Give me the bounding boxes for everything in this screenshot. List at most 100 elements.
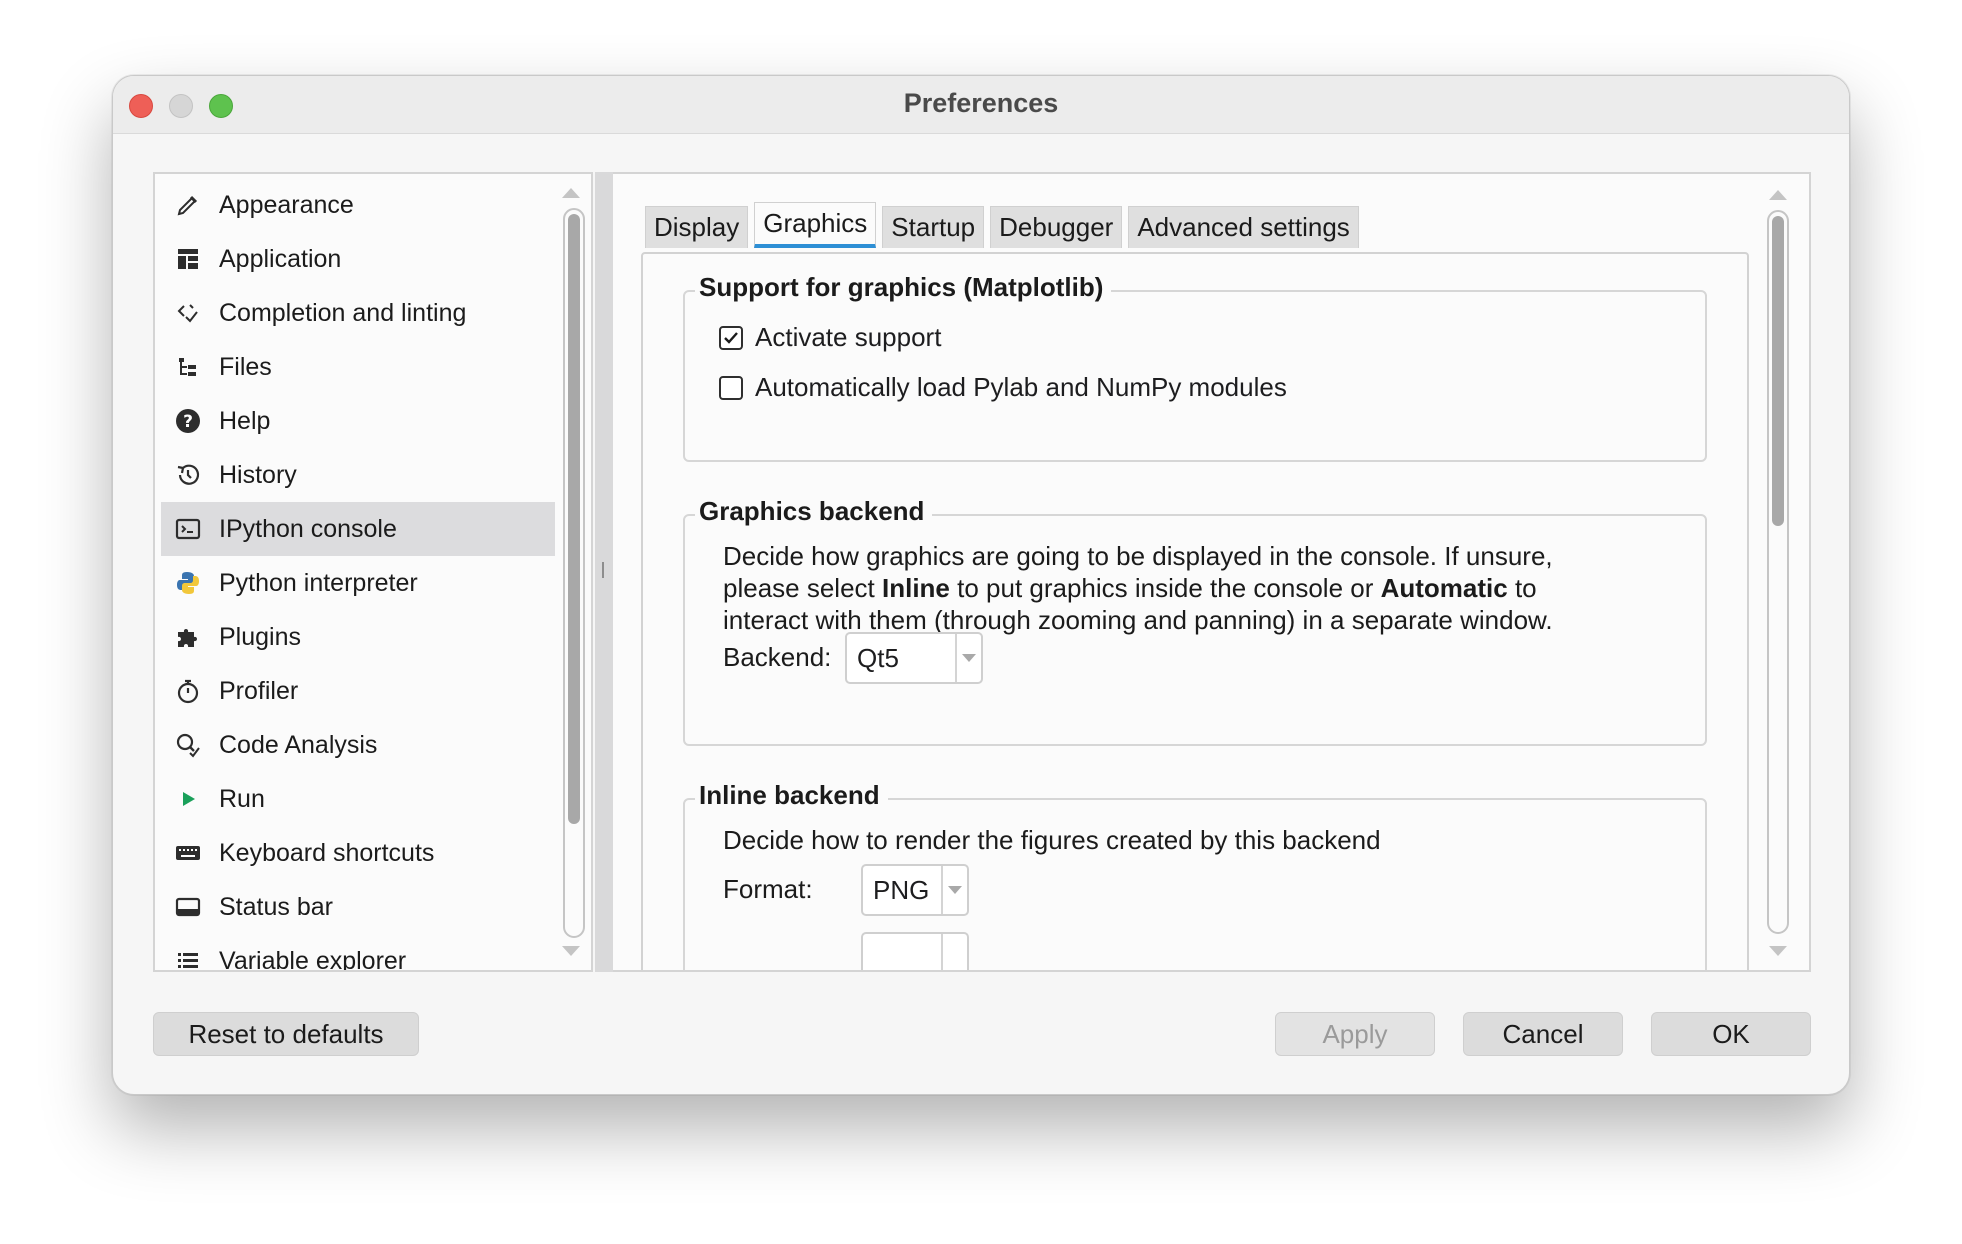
chevron-up-icon[interactable] <box>941 934 967 970</box>
backend-select[interactable]: Qt5 <box>845 632 983 684</box>
tab-advanced-settings[interactable]: Advanced settings <box>1128 206 1359 248</box>
code-check-icon <box>173 298 203 328</box>
automatic-keyword: Automatic <box>1380 573 1508 603</box>
window-title: Preferences <box>903 88 1059 118</box>
sidebar-item-status-bar[interactable]: Status bar <box>161 880 555 934</box>
format-label: Format: <box>723 874 813 904</box>
graphics-tab-pane: Support for graphics (Matplotlib) Activa… <box>641 252 1749 970</box>
tab-graphics[interactable]: Graphics <box>754 202 877 248</box>
sidebar-item-label: Run <box>219 784 265 813</box>
text-span: to <box>1507 573 1537 603</box>
paintbrush-icon <box>173 190 203 220</box>
tab-bar: Display Graphics Startup Debugger Advanc… <box>645 202 1359 248</box>
reset-to-defaults-button[interactable]: Reset to defaults <box>153 1012 419 1056</box>
format-select-value: PNG <box>873 874 930 905</box>
activate-support-label: Activate support <box>755 322 942 352</box>
sidebar-item-label: History <box>219 460 297 489</box>
group-title: Inline backend <box>695 780 888 811</box>
sidebar-item-variable-explorer[interactable]: Variable explorer <box>161 934 555 970</box>
sidebar-item-application[interactable]: Application <box>161 232 555 286</box>
sidebar-item-ipython-console[interactable]: IPython console <box>161 502 555 556</box>
autoload-pylab-label: Automatically load Pylab and NumPy modul… <box>755 372 1287 402</box>
sidebar-item-appearance[interactable]: Appearance <box>161 178 555 232</box>
help-icon: ? <box>173 406 203 436</box>
sidebar-scroll-down-arrow[interactable] <box>562 946 580 956</box>
inline-backend-description: Decide how to render the figures created… <box>723 825 1381 855</box>
chevron-down-icon[interactable] <box>941 866 967 914</box>
status-bar-icon <box>173 892 203 922</box>
preferences-sidebar: Appearance Application Completion and li… <box>153 172 593 972</box>
sidebar-item-label: Profiler <box>219 676 299 705</box>
play-icon <box>173 784 203 814</box>
sidebar-item-label: Plugins <box>219 622 301 651</box>
graphics-support-group: Support for graphics (Matplotlib) Activa… <box>683 272 1707 462</box>
sidebar-item-history[interactable]: History <box>161 448 555 502</box>
cancel-button[interactable]: Cancel <box>1463 1012 1623 1056</box>
stopwatch-icon <box>173 676 203 706</box>
sidebar-item-files[interactable]: Files <box>161 340 555 394</box>
svg-text:?: ? <box>183 412 193 432</box>
activate-support-checkbox[interactable] <box>719 325 743 350</box>
sidebar-item-label: Code Analysis <box>219 730 378 759</box>
ok-button[interactable]: OK <box>1651 1012 1811 1056</box>
sidebar-item-label: Application <box>219 244 342 273</box>
autoload-pylab-checkbox[interactable] <box>719 375 743 400</box>
text-span: please select <box>723 573 882 603</box>
sidebar-item-profiler[interactable]: Profiler <box>161 664 555 718</box>
description-line-1: Decide how graphics are going to be disp… <box>723 541 1553 571</box>
chevron-down-icon[interactable] <box>955 634 981 682</box>
panel-scroll-up-arrow[interactable] <box>1769 190 1787 200</box>
checkmark-icon <box>724 331 738 344</box>
title-bar: Preferences <box>113 76 1849 134</box>
sidebar-item-label: Status bar <box>219 892 333 921</box>
description-line-2: please select Inline to put graphics ins… <box>723 572 1683 604</box>
sidebar-item-run[interactable]: Run <box>161 772 555 826</box>
search-check-icon <box>173 730 203 760</box>
file-tree-icon <box>173 352 203 382</box>
panel-scrollbar-thumb[interactable] <box>1772 216 1784 526</box>
autoload-pylab-checkbox-row[interactable]: Automatically load Pylab and NumPy modul… <box>719 372 1287 403</box>
graphics-backend-group: Graphics backend Decide how graphics are… <box>683 496 1707 746</box>
panel-scroll-down-arrow[interactable] <box>1769 946 1787 956</box>
backend-label: Backend: <box>723 642 832 672</box>
sidebar-item-label: Files <box>219 352 272 381</box>
panel-scrollbar[interactable] <box>1767 210 1789 934</box>
sidebar-scrollbar[interactable] <box>563 208 585 938</box>
format-select[interactable]: PNG <box>861 864 969 916</box>
apply-button[interactable]: Apply <box>1275 1012 1435 1056</box>
partial-spinbox[interactable] <box>861 932 969 970</box>
puzzle-icon <box>173 622 203 652</box>
sidebar-item-label: IPython console <box>219 514 397 543</box>
sidebar-scroll-up-arrow[interactable] <box>562 188 580 198</box>
sidebar-scrollbar-thumb[interactable] <box>568 214 580 824</box>
tab-display[interactable]: Display <box>645 206 749 248</box>
graphics-backend-description: Decide how graphics are going to be disp… <box>723 540 1683 636</box>
backend-select-value: Qt5 <box>857 642 899 673</box>
python-icon <box>173 568 203 598</box>
splitter-grip[interactable] <box>602 562 604 578</box>
list-icon <box>173 946 203 970</box>
group-title: Support for graphics (Matplotlib) <box>695 272 1112 303</box>
history-icon <box>173 460 203 490</box>
sidebar-item-label: Python interpreter <box>219 568 418 597</box>
panel-splitter[interactable] <box>595 172 613 972</box>
inline-backend-group: Inline backend Decide how to render the … <box>683 780 1707 970</box>
sidebar-item-plugins[interactable]: Plugins <box>161 610 555 664</box>
inline-keyword: Inline <box>881 573 950 603</box>
sidebar-item-label: Appearance <box>219 190 354 219</box>
settings-panel: Display Graphics Startup Debugger Advanc… <box>613 172 1811 972</box>
tab-startup[interactable]: Startup <box>882 206 985 248</box>
sidebar-item-label: Keyboard shortcuts <box>219 838 435 867</box>
sidebar-item-label: Help <box>219 406 271 435</box>
layout-icon <box>173 244 203 274</box>
sidebar-item-python-interpreter[interactable]: Python interpreter <box>161 556 555 610</box>
activate-support-checkbox-row[interactable]: Activate support <box>719 322 941 353</box>
tab-debugger[interactable]: Debugger <box>990 206 1123 248</box>
keyboard-icon <box>173 838 203 868</box>
preferences-window: Preferences Appearance Application Compl… <box>112 75 1850 1095</box>
sidebar-item-code-analysis[interactable]: Code Analysis <box>161 718 555 772</box>
sidebar-item-help[interactable]: ? Help <box>161 394 555 448</box>
sidebar-item-keyboard-shortcuts[interactable]: Keyboard shortcuts <box>161 826 555 880</box>
sidebar-item-completion[interactable]: Completion and linting <box>161 286 555 340</box>
sidebar-item-label: Completion and linting <box>219 298 467 327</box>
